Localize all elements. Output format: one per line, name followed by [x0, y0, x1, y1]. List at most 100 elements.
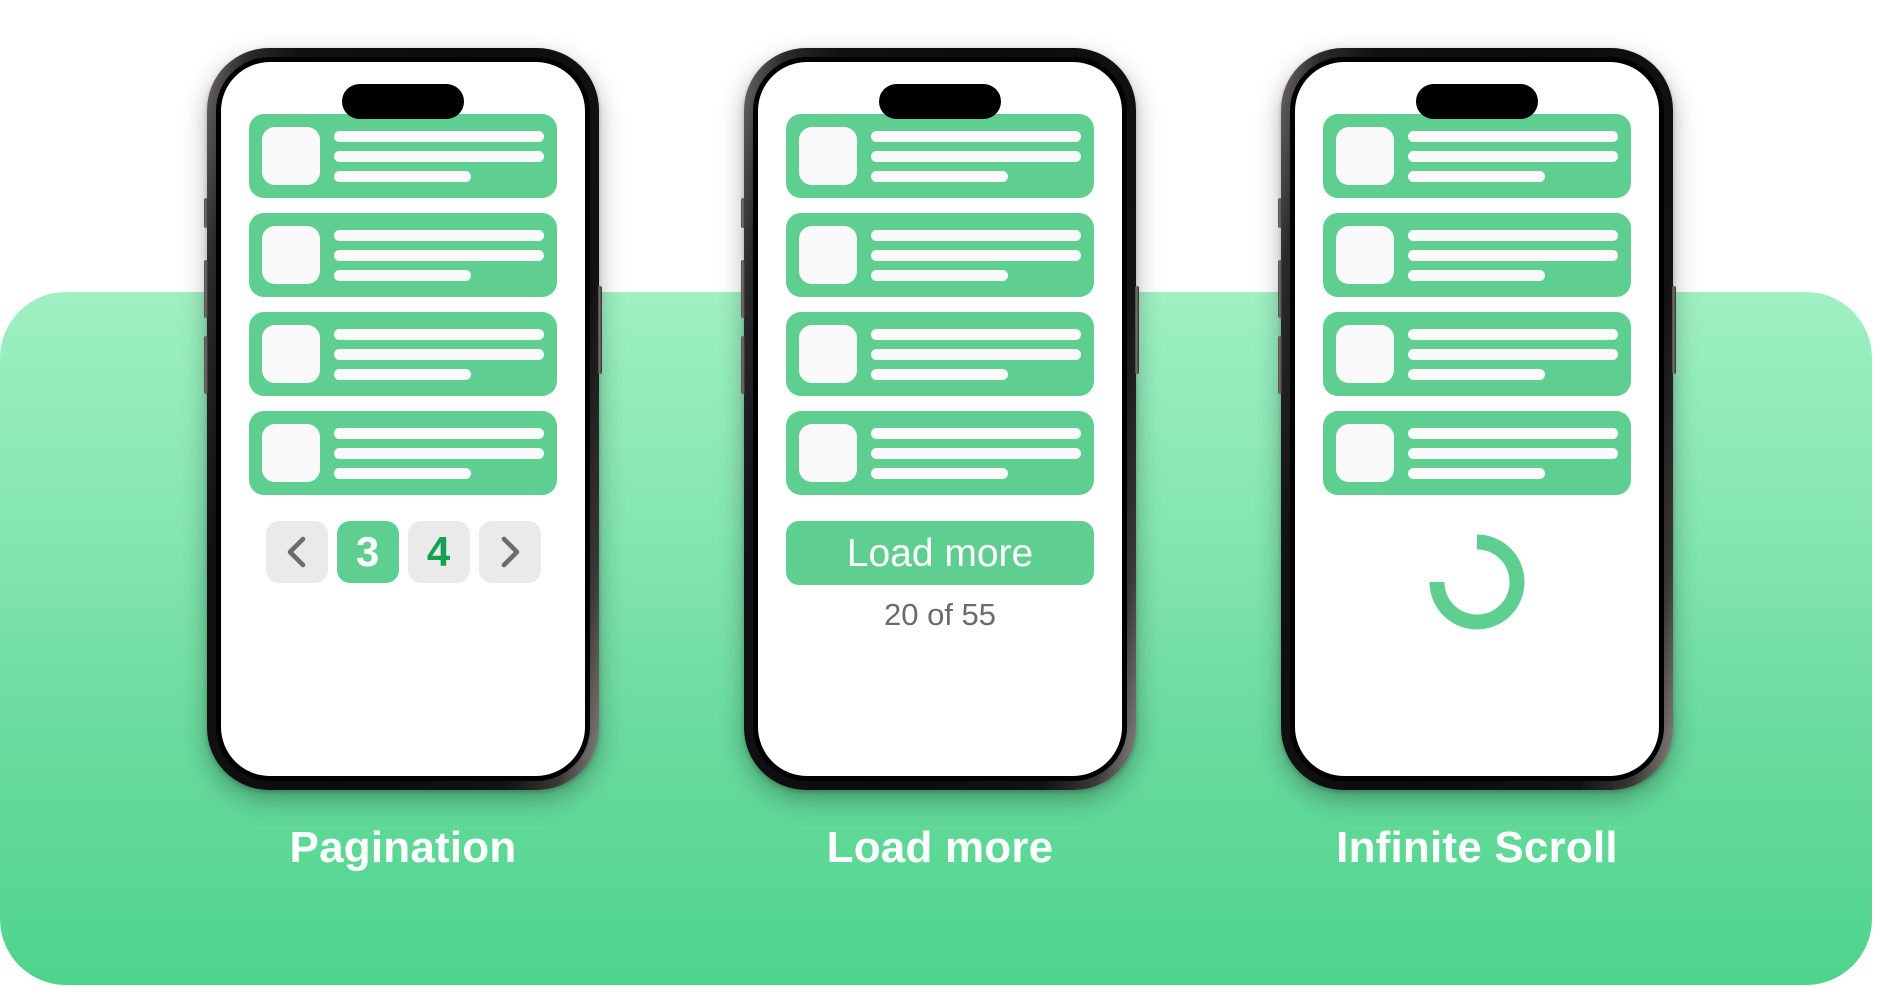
phone-screen-infinite-scroll: [1295, 62, 1659, 776]
volume-up-button[interactable]: [741, 260, 745, 318]
text-line: [334, 427, 544, 439]
thumbnail: [262, 424, 320, 482]
volume-down-button[interactable]: [741, 336, 745, 394]
silent-switch-button[interactable]: [741, 198, 745, 228]
pagination-page-label: 4: [426, 528, 451, 575]
text-line: [871, 150, 1081, 162]
text-lines: [334, 328, 544, 380]
text-line: [1408, 130, 1618, 142]
text-line: [1408, 150, 1618, 162]
text-line: [871, 130, 1081, 142]
list-item[interactable]: [786, 114, 1094, 198]
list-item[interactable]: [1323, 312, 1631, 396]
list-item[interactable]: [1323, 213, 1631, 297]
phone-mockup-infinite-scroll: [1278, 48, 1676, 790]
volume-up-button[interactable]: [1278, 260, 1282, 318]
text-line-short: [871, 269, 1008, 281]
text-line: [1408, 348, 1618, 360]
text-line-short: [871, 467, 1008, 479]
phone-bezel: Load more 20 of 55: [753, 57, 1127, 781]
thumbnail: [799, 127, 857, 185]
phone-screen-load-more: Load more 20 of 55: [758, 62, 1122, 776]
thumbnail: [1336, 226, 1394, 284]
chevron-left-icon: [282, 535, 312, 569]
skeleton-list-infinite-scroll: [1323, 114, 1631, 495]
load-more-button[interactable]: Load more: [786, 521, 1094, 585]
text-lines: [1408, 427, 1618, 479]
text-line: [334, 348, 544, 360]
pagination-next-button[interactable]: [478, 521, 541, 583]
text-lines: [1408, 229, 1618, 281]
column-infinite-scroll: Infinite Scroll: [1278, 48, 1676, 870]
dynamic-island-notch: [342, 84, 464, 119]
thumbnail: [262, 226, 320, 284]
text-line: [334, 447, 544, 459]
skeleton-list-pagination: [249, 114, 557, 495]
text-line: [334, 249, 544, 261]
list-item[interactable]: [786, 312, 1094, 396]
phone-bezel: [1290, 57, 1664, 781]
silent-switch-button[interactable]: [204, 198, 208, 228]
silent-switch-button[interactable]: [1278, 198, 1282, 228]
volume-down-button[interactable]: [1278, 336, 1282, 394]
text-line: [1408, 447, 1618, 459]
thumbnail: [799, 325, 857, 383]
text-line-short: [871, 368, 1008, 380]
thumbnail: [262, 127, 320, 185]
pagination-prev-button[interactable]: [265, 521, 328, 583]
text-line: [871, 427, 1081, 439]
power-button[interactable]: [1672, 286, 1676, 374]
list-item[interactable]: [249, 411, 557, 495]
column-load-more: Load more 20 of 55 Load more: [741, 48, 1139, 870]
caption-pagination: Pagination: [289, 823, 517, 872]
list-item[interactable]: [1323, 411, 1631, 495]
column-pagination: 3 4 Pagination: [204, 48, 602, 872]
text-line: [871, 229, 1081, 241]
infinite-scroll-footer: [1323, 521, 1631, 639]
volume-up-button[interactable]: [204, 260, 208, 318]
text-lines: [871, 229, 1081, 281]
pagination-page-3-button[interactable]: 3: [336, 521, 399, 583]
power-button[interactable]: [1135, 286, 1139, 374]
volume-down-button[interactable]: [204, 336, 208, 394]
chevron-right-icon: [495, 535, 525, 569]
text-line-short: [1408, 467, 1545, 479]
load-more-count-label: 20 of 55: [883, 597, 997, 632]
list-item[interactable]: [786, 213, 1094, 297]
text-line: [871, 348, 1081, 360]
pagination-page-label: 3: [355, 528, 380, 575]
list-item[interactable]: [249, 114, 557, 198]
text-line: [1408, 328, 1618, 340]
loading-spinner-icon: [1425, 530, 1529, 639]
thumbnail: [1336, 325, 1394, 383]
text-line-short: [1408, 368, 1545, 380]
thumbnail: [1336, 424, 1394, 482]
pagination-page-4-button[interactable]: 4: [407, 521, 470, 583]
text-lines: [1408, 328, 1618, 380]
power-button[interactable]: [598, 286, 602, 374]
list-item[interactable]: [249, 312, 557, 396]
text-line: [1408, 229, 1618, 241]
text-line: [1408, 249, 1618, 261]
text-lines: [1408, 130, 1618, 182]
text-line-short: [334, 368, 471, 380]
list-item[interactable]: [786, 411, 1094, 495]
pagination-control: 3 4: [265, 521, 541, 583]
phone-mockup-stage: 3 4 Pagination Load more 20 of 55 Load m…: [0, 0, 1880, 1001]
thumbnail: [1336, 127, 1394, 185]
skeleton-list-load-more: [786, 114, 1094, 495]
load-more-footer: Load more 20 of 55: [786, 521, 1094, 630]
phone-bezel: 3 4: [216, 57, 590, 781]
list-item[interactable]: [249, 213, 557, 297]
text-lines: [334, 130, 544, 182]
text-lines: [334, 427, 544, 479]
text-lines: [871, 130, 1081, 182]
list-item[interactable]: [1323, 114, 1631, 198]
text-line-short: [1408, 269, 1545, 281]
phone-mockup-load-more: Load more 20 of 55: [741, 48, 1139, 790]
loading-indicator: [1323, 529, 1631, 639]
text-line: [871, 447, 1081, 459]
phone-screen-pagination: 3 4: [221, 62, 585, 776]
text-line: [871, 249, 1081, 261]
text-line: [334, 328, 544, 340]
